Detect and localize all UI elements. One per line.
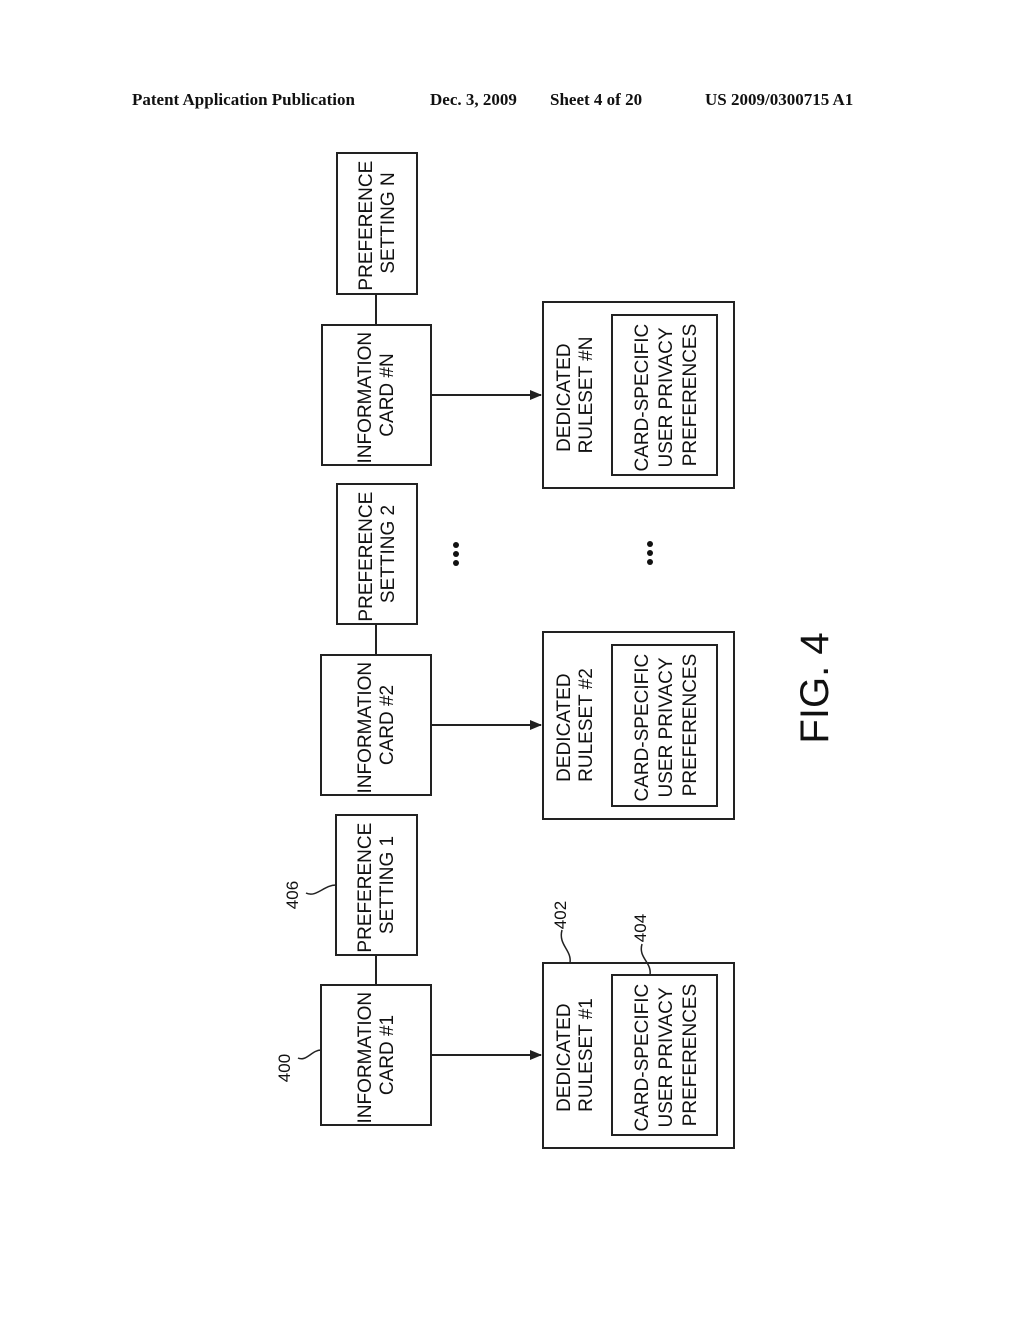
column-1: INFORMATION CARD #1 PREFERENCE SETTING 1… [275,814,735,1149]
ellipsis-dot [647,559,653,565]
ref-406-leader [305,884,337,895]
column-n: INFORMATION CARD #N PREFERENCE SETTING N… [321,152,735,489]
preference-setting-n-box [336,152,418,295]
ref-400: 400 [275,1054,294,1082]
preference-setting-2-label: PREFERENCE SETTING 2 [356,486,399,621]
ellipsis-rulesets [647,541,653,565]
card-specific-preferences-1-label: CARD-SPECIFIC USER PRIVACY PREFERENCES [632,978,701,1131]
ellipsis-dot [647,541,653,547]
ellipsis-dot [453,560,459,566]
information-card-1-box [320,984,432,1126]
ellipsis-cards [453,542,459,566]
ref-402-leader [560,929,571,964]
preference-setting-1-label: PREFERENCE SETTING 1 [355,817,398,952]
ellipsis-dot [647,550,653,556]
dedicated-ruleset-1-label: DEDICATED RULESET #1 [554,998,597,1112]
ref-400-leader [297,1049,322,1060]
information-card-2-box [320,654,432,796]
preference-setting-2-box [336,483,418,625]
figure-label: FIG. 4 [793,632,837,743]
column-2: INFORMATION CARD #2 PREFERENCE SETTING 2… [320,483,735,820]
ref-406: 406 [283,881,302,909]
dedicated-ruleset-2-label: DEDICATED RULESET #2 [554,668,597,782]
ellipsis-dot [453,551,459,557]
ref-402: 402 [551,901,570,929]
preference-setting-n-label: PREFERENCE SETTING N [356,155,399,290]
ref-404: 404 [631,914,650,942]
card-specific-preferences-n-label: CARD-SPECIFIC USER PRIVACY PREFERENCES [632,318,701,471]
ellipsis-dot [453,542,459,548]
figure-4-diagram: INFORMATION CARD #1 PREFERENCE SETTING 1… [275,152,837,1149]
card-specific-preferences-2-label: CARD-SPECIFIC USER PRIVACY PREFERENCES [632,648,701,801]
dedicated-ruleset-n-label: DEDICATED RULESET #N [554,337,597,454]
